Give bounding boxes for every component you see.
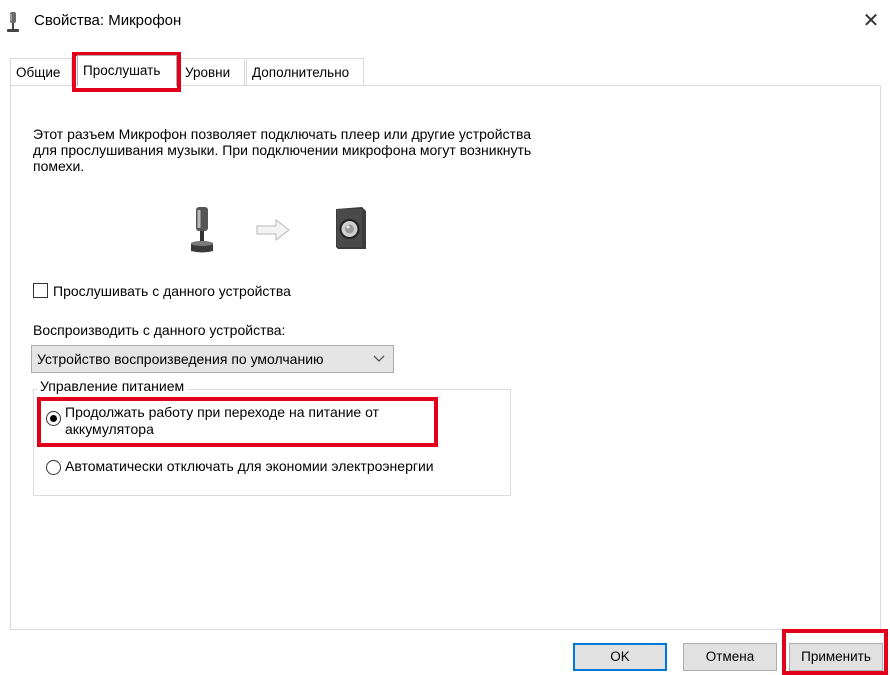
tab-listen[interactable]: Прослушать [77,55,177,86]
window-title: Свойства: Микрофон [34,12,182,29]
playback-device-select[interactable]: Устройство воспроизведения по умолчанию [31,345,394,373]
tab-advanced[interactable]: Дополнительно [246,58,364,85]
tab-general[interactable]: Общие [10,58,72,85]
listen-checkbox-label[interactable]: Прослушивать с данного устройства [53,283,291,299]
playback-device-value: Устройство воспроизведения по умолчанию [37,351,324,367]
chevron-down-icon [373,355,385,362]
auto-power-off-label[interactable]: Автоматически отключать для экономии эле… [65,458,434,474]
playback-device-label: Воспроизводить с данного устройства: [33,322,286,338]
microphone-icon [7,12,19,32]
speaker-icon [336,207,366,249]
apply-button[interactable]: Применить [789,643,883,671]
arrow-right-icon [256,219,290,241]
cancel-button[interactable]: Отмена [683,643,777,671]
close-icon[interactable]: ✕ [856,6,886,36]
ok-button[interactable]: OK [573,643,667,671]
power-management-legend: Управление питанием [37,378,188,394]
tab-levels[interactable]: Уровни [179,58,245,85]
continue-on-battery-label[interactable]: Продолжать работу при переходе на питани… [65,404,435,438]
microphone-icon [191,207,213,253]
continue-on-battery-radio[interactable] [46,411,61,426]
auto-power-off-radio[interactable] [46,460,61,475]
listen-checkbox[interactable] [33,283,48,298]
listen-description: Этот разъем Микрофон позволяет подключат… [33,126,532,174]
